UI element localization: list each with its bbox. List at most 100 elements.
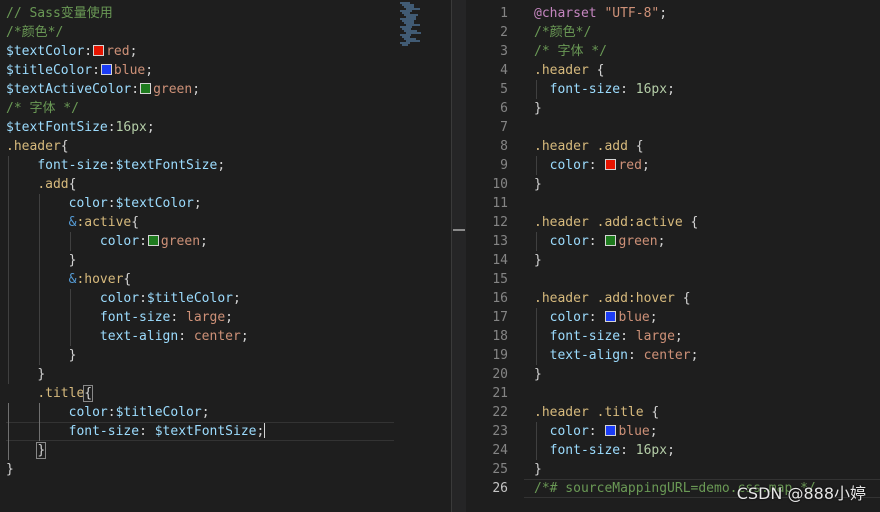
color-swatch-icon[interactable] — [140, 83, 152, 94]
code-line[interactable]: 21 — [466, 384, 880, 403]
code-text: } — [6, 346, 77, 365]
code-text: text-align: center; — [6, 327, 249, 346]
text-cursor — [264, 423, 266, 438]
line-number: 3 — [500, 44, 508, 59]
code-line[interactable]: $textFontSize:16px; — [0, 118, 450, 137]
code-token: green — [160, 234, 201, 249]
code-token: : — [620, 82, 636, 97]
code-line[interactable]: 3 /* 字体 */ — [466, 42, 880, 61]
code-token: { — [60, 139, 69, 154]
code-token: center — [193, 329, 241, 344]
scss-editor-pane[interactable]: // Sass变量使用/*颜色*/$textColor: red; $titleCo… — [0, 0, 450, 512]
indent-guide — [536, 308, 537, 365]
code-line[interactable]: 18 font-size: large; — [466, 327, 880, 346]
indent-guide — [8, 156, 9, 384]
code-line[interactable]: text-align: center; — [0, 327, 450, 346]
code-line[interactable]: 17 color: blue; — [466, 308, 880, 327]
color-swatch-icon[interactable] — [605, 159, 617, 170]
code-token: :hover — [76, 272, 124, 287]
code-line[interactable]: 22 .header .title { — [466, 403, 880, 422]
watermark: CSDN @888小婷 — [736, 484, 866, 503]
code-token: ; — [649, 424, 658, 439]
code-line[interactable]: font-size:$textFontSize; — [0, 156, 450, 175]
code-token: green — [618, 234, 658, 249]
code-line[interactable]: } — [0, 441, 450, 460]
code-line[interactable]: .title{ — [0, 384, 450, 403]
code-line[interactable]: 7 — [466, 118, 880, 137]
code-line[interactable]: color: green; — [0, 232, 450, 251]
code-line[interactable]: 19 text-align: center; — [466, 346, 880, 365]
color-swatch-icon[interactable] — [605, 311, 617, 322]
code-token: ; — [200, 234, 208, 249]
code-line[interactable]: 8 .header .add { — [466, 137, 880, 156]
code-line[interactable]: $textActiveColor: green; — [0, 80, 450, 99]
code-line[interactable]: font-size: large; — [0, 308, 450, 327]
code-line[interactable]: 24 font-size: 16px; — [466, 441, 880, 460]
code-line[interactable]: font-size: $textFontSize; — [0, 422, 450, 441]
code-token: } — [6, 462, 14, 477]
code-line[interactable]: 15 — [466, 270, 880, 289]
code-line[interactable]: // Sass变量使用 — [0, 4, 450, 23]
code-line[interactable]: } — [0, 251, 450, 270]
code-line[interactable]: 25} — [466, 460, 880, 479]
code-line[interactable]: .add{ — [0, 175, 450, 194]
code-line[interactable]: color:$titleColor; — [0, 289, 450, 308]
indent-guide — [70, 232, 72, 251]
color-swatch-icon[interactable] — [605, 425, 617, 436]
code-line[interactable]: &:active{ — [0, 213, 450, 232]
divider-handle[interactable] — [453, 229, 465, 231]
code-token: { — [682, 215, 699, 230]
code-line[interactable]: $titleColor: blue; — [0, 61, 450, 80]
code-token: .header .add:hover — [534, 291, 675, 306]
code-line[interactable]: &:hover{ — [0, 270, 450, 289]
code-line[interactable]: 6} — [466, 99, 880, 118]
code-line[interactable]: 2 /*颜色*/ — [466, 23, 880, 42]
code-line[interactable]: } — [0, 365, 450, 384]
code-line[interactable]: /*颜色*/ — [0, 23, 450, 42]
color-swatch-icon[interactable] — [147, 235, 159, 246]
code-text: .header{ — [6, 137, 69, 156]
code-line[interactable]: 10} — [466, 175, 880, 194]
code-line[interactable]: 14} — [466, 251, 880, 270]
line-number: 4 — [500, 63, 508, 78]
code-line[interactable]: 11 — [466, 194, 880, 213]
code-token: color — [99, 234, 140, 249]
code-line[interactable]: } — [0, 346, 450, 365]
code-line[interactable]: 16 .header .add:hover { — [466, 289, 880, 308]
code-line[interactable]: 12 .header .add:active { — [466, 213, 880, 232]
code-line[interactable]: $textColor: red; — [0, 42, 450, 61]
code-line[interactable]: 9 color: red; — [466, 156, 880, 175]
code-token: 16px — [635, 443, 668, 458]
code-text: font-size: 16px; — [534, 80, 675, 99]
color-swatch-icon[interactable] — [100, 64, 112, 75]
code-line[interactable]: 4 .header { — [466, 61, 880, 80]
code-line[interactable]: color:$titleColor; — [0, 403, 450, 422]
code-line[interactable]: 23 color: blue; — [466, 422, 880, 441]
code-line[interactable]: 20} — [466, 365, 880, 384]
code-text: .header .add:active { — [534, 213, 698, 232]
code-token: /* 字体 */ — [6, 101, 79, 116]
code-token: .header .add — [534, 139, 628, 154]
color-swatch-icon[interactable] — [605, 235, 617, 246]
code-line[interactable]: color:$textColor; — [0, 194, 450, 213]
css-output-editor-pane[interactable]: 1 @charset "UTF-8"; 2 /*颜色*/ 3 /* 字体 */ 4 .head… — [466, 0, 880, 512]
color-swatch-icon[interactable] — [93, 45, 105, 56]
code-line[interactable]: 5 font-size: 16px; — [466, 80, 880, 99]
code-line[interactable]: /* 字体 */ — [0, 99, 450, 118]
code-line[interactable]: } — [0, 460, 450, 479]
code-token: @charset — [534, 6, 597, 21]
matched-bracket: } — [36, 442, 47, 459]
code-line[interactable]: 1 @charset "UTF-8"; — [466, 4, 880, 23]
code-text: } — [534, 365, 542, 384]
code-token: ; — [192, 82, 201, 97]
split-divider[interactable] — [451, 0, 466, 512]
indent-guide — [70, 289, 72, 346]
code-token: color — [99, 291, 140, 306]
code-line[interactable]: .header{ — [0, 137, 450, 156]
code-line[interactable]: 13 color: green; — [466, 232, 880, 251]
